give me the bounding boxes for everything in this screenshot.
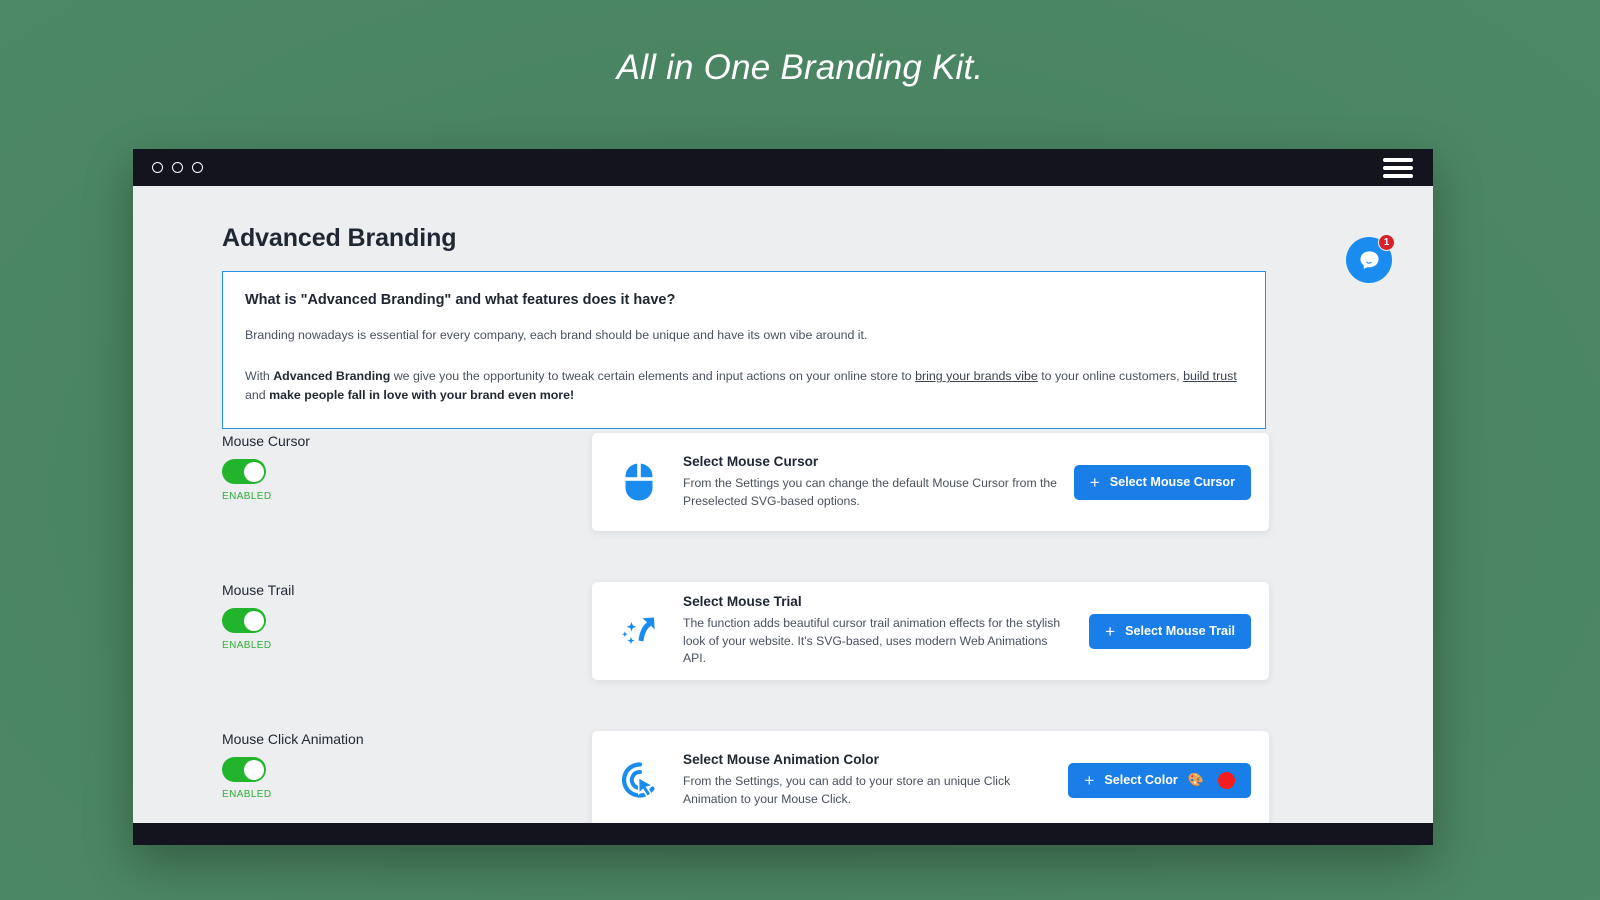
window-dot-close-icon[interactable] (152, 162, 163, 173)
feature-card-mouse-cursor: Select Mouse Cursor From the Settings yo… (592, 433, 1269, 531)
feature-label: Mouse Click Animation (222, 731, 364, 747)
feature-card-description: The function adds beautiful cursor trail… (683, 615, 1061, 666)
feature-card-mouse-click-animation: Select Mouse Animation Color From the Se… (592, 731, 1269, 823)
feature-card-title: Select Mouse Cursor (683, 453, 819, 469)
hamburger-menu-icon[interactable] (1383, 157, 1413, 178)
feature-card-mouse-trail: Select Mouse Trial The function adds bea… (592, 582, 1269, 680)
window-control-dots (152, 162, 203, 173)
window-dot-maximize-icon[interactable] (192, 162, 203, 173)
window-footerbar (133, 823, 1433, 845)
feature-toggle-group: Mouse Trail ENABLED (222, 582, 472, 651)
button-label: Select Color (1104, 773, 1178, 787)
info-panel: What is "Advanced Branding" and what fea… (222, 271, 1266, 429)
chat-unread-badge: 1 (1378, 234, 1395, 251)
info-text-segment: we give you the opportunity to tweak cer… (390, 369, 916, 384)
info-link-brands-vibe[interactable]: bring your brands vibe (915, 369, 1038, 383)
window-dot-minimize-icon[interactable] (172, 162, 183, 173)
info-panel-paragraph-2: With Advanced Branding we give you the o… (245, 367, 1243, 405)
chat-launcher[interactable]: 1 (1346, 234, 1395, 283)
info-bold-fall-in-love: make people fall in love with your brand… (269, 388, 575, 403)
feature-toggle-group: Mouse Cursor ENABLED (222, 433, 472, 502)
info-bold-advanced-branding: Advanced Branding (273, 369, 391, 384)
info-text-segment: to your online customers, (1037, 369, 1184, 384)
button-label: Select Mouse Trail (1125, 624, 1235, 638)
palette-emoji-icon: 🎨 (1187, 772, 1204, 787)
select-color-button[interactable]: + Select Color 🎨 (1068, 762, 1251, 798)
click-ripple-cursor-icon (616, 760, 664, 800)
info-text-segment: With (245, 369, 274, 384)
page-title: Advanced Branding (222, 224, 457, 252)
feature-card-title: Select Mouse Trial (683, 593, 802, 609)
plus-icon: + (1089, 472, 1100, 492)
window-titlebar (133, 149, 1433, 186)
select-mouse-trail-button[interactable]: + Select Mouse Trail (1089, 613, 1251, 649)
button-label: Select Mouse Cursor (1109, 475, 1235, 489)
browser-window-mockup: Advanced Branding 1 What is "Advanced Br… (133, 149, 1433, 845)
sparkle-trail-icon (616, 611, 664, 651)
plus-icon: + (1105, 621, 1116, 641)
plus-icon: + (1084, 770, 1095, 790)
toggle-mouse-trail[interactable] (222, 608, 266, 633)
feature-row-mouse-click-animation: Mouse Click Animation ENABLED Select Mou… (222, 731, 1269, 823)
selected-color-swatch[interactable] (1218, 771, 1235, 789)
feature-row-mouse-trail: Mouse Trail ENABLED Select Mouse Trial T… (222, 582, 1269, 680)
feature-toggle-group: Mouse Click Animation ENABLED (222, 731, 472, 800)
toggle-status-label: ENABLED (222, 789, 272, 800)
toggle-mouse-cursor[interactable] (222, 459, 266, 484)
toggle-mouse-click-animation[interactable] (222, 757, 266, 782)
feature-card-body: Select Mouse Cursor From the Settings yo… (664, 454, 1074, 510)
app-viewport: Advanced Branding 1 What is "Advanced Br… (133, 186, 1433, 823)
feature-card-body: Select Mouse Trial The function adds bea… (664, 594, 1089, 668)
feature-row-mouse-cursor: Mouse Cursor ENABLED Select Mouse Cursor… (222, 433, 1269, 531)
feature-card-description: From the Settings, you can add to your s… (683, 773, 1011, 806)
feature-card-body: Select Mouse Animation Color From the Se… (664, 752, 1068, 808)
toggle-status-label: ENABLED (222, 491, 272, 502)
info-panel-paragraph-1: Branding nowadays is essential for every… (245, 328, 868, 342)
info-panel-heading: What is "Advanced Branding" and what fea… (245, 292, 676, 308)
info-link-build-trust[interactable]: build trust (1183, 369, 1237, 383)
mouse-icon (616, 462, 664, 502)
feature-label: Mouse Cursor (222, 433, 310, 449)
page-headline: All in One Branding Kit. (616, 48, 984, 87)
feature-card-description: From the Settings you can change the def… (683, 475, 1057, 508)
toggle-status-label: ENABLED (222, 640, 272, 651)
select-mouse-cursor-button[interactable]: + Select Mouse Cursor (1073, 464, 1251, 500)
feature-label: Mouse Trail (222, 582, 295, 598)
feature-card-title: Select Mouse Animation Color (683, 751, 879, 767)
info-text-segment: and (245, 388, 270, 403)
